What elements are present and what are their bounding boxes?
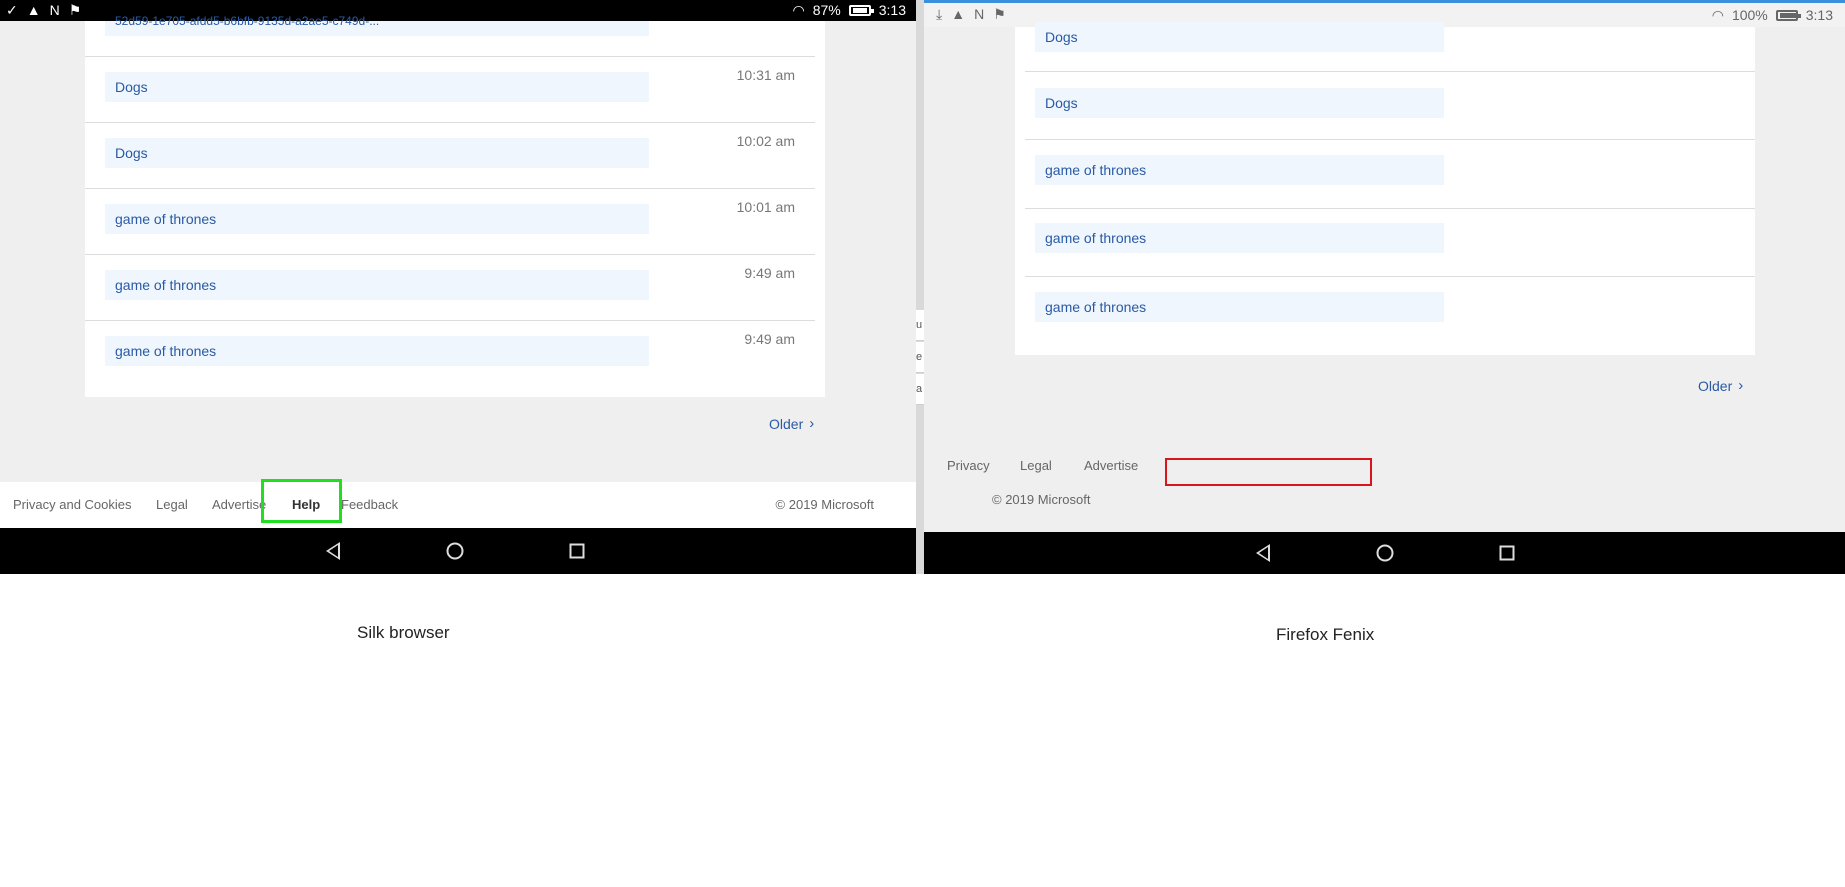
download-icon: ⤓: [936, 6, 943, 22]
history-row[interactable]: Dogs: [1025, 1, 1755, 72]
history-row[interactable]: Dogs 10:31 am: [85, 57, 815, 123]
n-notification-icon: N: [974, 6, 985, 22]
history-time: 9:49 am: [744, 331, 795, 347]
check-icon: ✓: [6, 2, 18, 18]
silk-nav-bar: [0, 528, 916, 574]
divider-fragment: u: [916, 310, 924, 341]
silk-caption: Silk browser: [357, 623, 450, 642]
history-time: 10:01 am: [736, 199, 795, 215]
battery-icon: [1775, 10, 1801, 21]
history-time: 10:02 am: [736, 133, 795, 149]
older-label: Older: [769, 415, 804, 432]
history-link[interactable]: game of thrones: [105, 270, 649, 300]
history-link[interactable]: game of thrones: [1035, 292, 1444, 322]
history-row[interactable]: game of thrones 9:49 am: [85, 321, 815, 387]
history-link[interactable]: game of thrones: [1035, 155, 1444, 185]
fenix-screenshot: ⤓ ▲ N ⚑ ◠ 100% 3:13 Dogs Dogs game of th…: [924, 0, 1845, 574]
history-link[interactable]: Dogs: [105, 138, 649, 168]
missing-help-highlight-box: [1165, 458, 1372, 486]
fenix-footer: Privacy Legal Advertise © 2019 Microsoft: [924, 446, 1845, 530]
comparison-stage: ✓ ▲ N ⚑ ◠ 87% 3:13 52d59-1e705-afdd5-b6b…: [0, 0, 1845, 887]
footer-legal-link[interactable]: Legal: [156, 497, 188, 512]
older-link[interactable]: Older ›: [1698, 377, 1743, 394]
older-label: Older: [1698, 377, 1733, 394]
footer-advertise-link[interactable]: Advertise: [1084, 458, 1138, 473]
footer-legal-link[interactable]: Legal: [1020, 458, 1052, 473]
battery-percent: 87%: [812, 2, 841, 18]
screenshot-divider: u e a: [916, 0, 924, 574]
history-time: 9:49 am: [744, 265, 795, 281]
divider-fragment: a: [916, 374, 924, 405]
history-row[interactable]: game of thrones: [1025, 277, 1755, 347]
history-link[interactable]: Dogs: [1035, 88, 1444, 118]
flag-icon: ⚑: [993, 6, 1006, 22]
footer-copyright: © 2019 Microsoft: [775, 497, 874, 512]
history-row[interactable]: game of thrones 9:49 am: [85, 255, 815, 321]
history-row[interactable]: Dogs 10:02 am: [85, 123, 815, 189]
history-link[interactable]: 52d59-1e705-afdd5-b6bfb-9135d-a2ae5-c749…: [105, 15, 649, 36]
history-card: 52d59-1e705-afdd5-b6bfb-9135d-a2ae5-c749…: [85, 15, 825, 397]
wifi-icon: ◠: [792, 2, 805, 18]
home-icon[interactable]: [446, 542, 464, 560]
battery-icon: [848, 5, 874, 16]
help-highlight-box: [261, 479, 342, 523]
recent-apps-icon[interactable]: [1499, 545, 1515, 561]
warning-icon: ▲: [951, 6, 966, 22]
history-link[interactable]: game of thrones: [105, 204, 649, 234]
footer-copyright: © 2019 Microsoft: [992, 492, 1091, 507]
footer-privacy-link[interactable]: Privacy: [947, 458, 990, 473]
history-row-truncated[interactable]: 52d59-1e705-afdd5-b6bfb-9135d-a2ae5-c749…: [85, 15, 815, 57]
recent-apps-icon[interactable]: [569, 543, 585, 559]
history-row[interactable]: Dogs: [1025, 72, 1755, 140]
flag-icon: ⚑: [68, 2, 82, 18]
warning-icon: ▲: [26, 2, 41, 18]
fenix-caption: Firefox Fenix: [1276, 625, 1375, 644]
footer-privacy-link[interactable]: Privacy and Cookies: [13, 497, 132, 512]
chevron-right-icon: ›: [1738, 377, 1744, 394]
clock: 3:13: [1805, 7, 1833, 23]
history-row[interactable]: game of thrones: [1025, 140, 1755, 209]
divider-fragment: e: [916, 342, 924, 373]
older-link[interactable]: Older ›: [769, 415, 814, 432]
history-card: Dogs Dogs game of thrones game of throne…: [1015, 22, 1755, 355]
footer-advertise-link[interactable]: Advertise: [212, 497, 266, 512]
back-icon[interactable]: [1256, 544, 1270, 562]
home-icon[interactable]: [1376, 544, 1394, 562]
chevron-right-icon: ›: [809, 415, 815, 432]
n-notification-icon: N: [49, 2, 60, 18]
fenix-nav-bar: [924, 532, 1845, 574]
footer-feedback-link[interactable]: Feedback: [341, 497, 398, 512]
history-row[interactable]: game of thrones: [1025, 209, 1755, 277]
history-link[interactable]: game of thrones: [105, 336, 649, 366]
history-row[interactable]: game of thrones 10:01 am: [85, 189, 815, 255]
history-link[interactable]: Dogs: [105, 72, 649, 102]
history-time: 10:31 am: [736, 67, 795, 83]
history-link[interactable]: Dogs: [1035, 22, 1444, 52]
silk-footer: Privacy and Cookies Legal Advertise Help…: [0, 482, 916, 528]
silk-screenshot: ✓ ▲ N ⚑ ◠ 87% 3:13 52d59-1e705-afdd5-b6b…: [0, 0, 916, 574]
clock: 3:13: [878, 2, 906, 18]
back-icon[interactable]: [326, 542, 340, 560]
history-link[interactable]: game of thrones: [1035, 223, 1444, 253]
